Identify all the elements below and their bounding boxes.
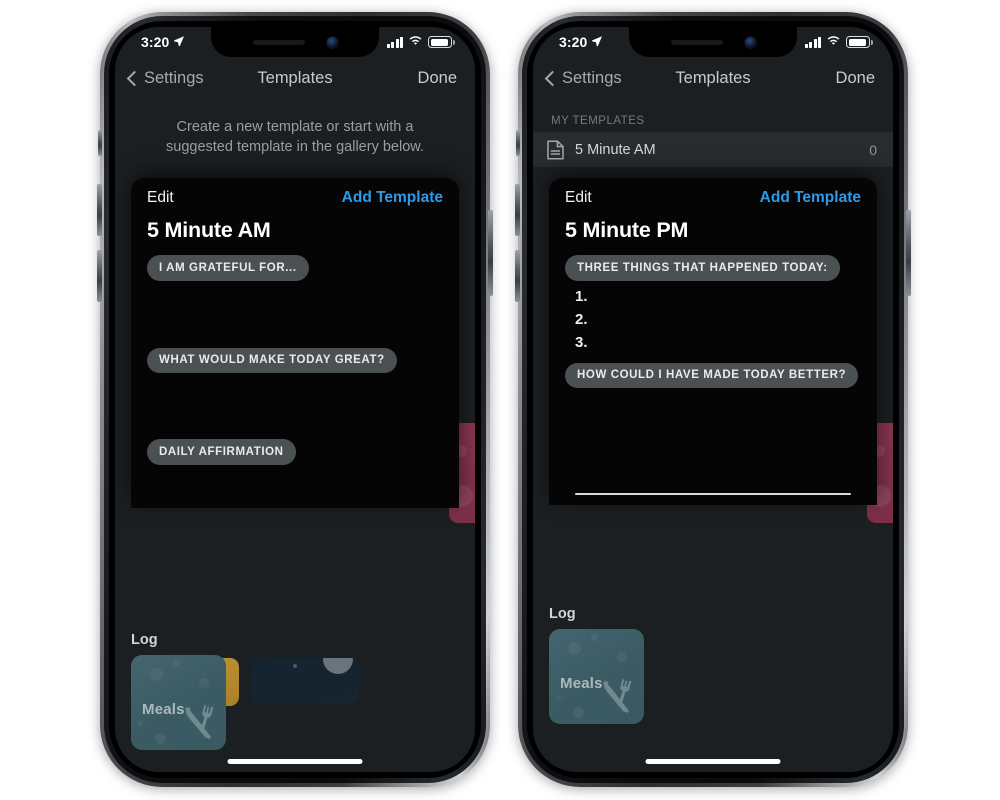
content-area: MY TEMPLATES 5 Minute AM 0 Log Meals Edi… — [533, 99, 893, 772]
notch — [629, 27, 797, 57]
content-area: Create a new template or start with a su… — [115, 99, 475, 772]
home-indicator[interactable] — [227, 759, 363, 764]
mute-switch-button[interactable] — [516, 130, 520, 156]
status-time-group: 3:20 — [559, 34, 603, 50]
prompt-chip[interactable]: I AM GRATEFUL FOR... — [147, 255, 309, 281]
wifi-icon — [826, 33, 841, 51]
location-arrow-icon — [591, 34, 603, 50]
earpiece-speaker-icon — [252, 39, 305, 45]
earpiece-speaker-icon — [670, 39, 723, 45]
edit-button[interactable]: Edit — [147, 189, 174, 207]
volume-down-button[interactable] — [97, 250, 102, 302]
status-indicators — [386, 33, 455, 51]
numbered-list: 1. 2. 3. — [549, 281, 877, 354]
phone-right: 3:20 Settings Templates Done MY TEMPLATE… — [515, 12, 911, 787]
decor-bubble — [138, 721, 143, 726]
power-button[interactable] — [906, 210, 911, 296]
prompt-chip[interactable]: WHAT WOULD MAKE TODAY GREAT? — [147, 347, 397, 373]
battery-icon — [428, 36, 455, 48]
list-item[interactable]: 3. — [575, 331, 861, 354]
volume-up-button[interactable] — [97, 184, 102, 236]
back-to-settings-button[interactable]: Settings — [544, 68, 622, 88]
decor-bubble — [591, 634, 598, 641]
log-card-meals[interactable]: Meals — [549, 629, 644, 724]
decor-bubble — [199, 678, 209, 688]
chip-group: I AM GRATEFUL FOR... WHAT WOULD MAKE TOD… — [131, 255, 459, 465]
prompt-chip[interactable]: THREE THINGS THAT HAPPENED TODAY: — [565, 255, 840, 281]
status-time-group: 3:20 — [141, 34, 185, 50]
status-time: 3:20 — [141, 34, 170, 50]
battery-icon — [846, 36, 873, 48]
log-card-meals[interactable]: Meals — [131, 655, 226, 750]
template-title[interactable]: 5 Minute AM — [131, 218, 459, 243]
back-to-settings-button[interactable]: Settings — [126, 68, 204, 88]
my-templates-header: MY TEMPLATES — [551, 115, 645, 127]
utensils-icon — [603, 679, 632, 713]
mute-switch-button[interactable] — [98, 130, 102, 156]
wifi-icon — [408, 33, 423, 51]
modal-toolbar: Edit Add Template — [131, 178, 459, 218]
decor-bubble — [617, 652, 627, 662]
done-button[interactable]: Done — [836, 69, 875, 88]
prompt-chip[interactable]: HOW COULD I HAVE MADE TODAY BETTER? — [565, 362, 859, 388]
log-section: Log Meals — [115, 632, 475, 750]
decor-bubble — [568, 642, 581, 655]
phone-left: 3:20 Settings Templates Done Create a ne… — [97, 12, 493, 787]
edit-button[interactable]: Edit — [565, 189, 592, 207]
add-template-button[interactable]: Add Template — [342, 189, 443, 207]
phone-left-screen: 3:20 Settings Templates Done Create a ne… — [115, 27, 475, 772]
power-button[interactable] — [488, 210, 493, 296]
home-indicator[interactable] — [645, 759, 781, 764]
log-section-title: Log — [549, 606, 576, 622]
cellular-bars-icon — [386, 36, 403, 48]
modal-toolbar: Edit Add Template — [549, 178, 877, 218]
screenshot-stage: 3:20 Settings Templates Done Create a ne… — [0, 0, 1000, 800]
chevron-left-icon — [544, 70, 561, 86]
front-camera-icon — [326, 36, 338, 48]
template-editor-modal: Edit Add Template 5 Minute PM THREE THIN… — [549, 178, 877, 505]
add-template-button[interactable]: Add Template — [760, 189, 861, 207]
volume-up-button[interactable] — [515, 184, 520, 236]
navigation-bar: Settings Templates Done — [115, 57, 475, 99]
status-time: 3:20 — [559, 34, 588, 50]
status-indicators — [804, 33, 873, 51]
template-row-count: 0 — [869, 141, 877, 158]
cellular-bars-icon — [804, 36, 821, 48]
template-row-name: 5 Minute AM — [575, 141, 656, 158]
document-icon — [547, 139, 564, 160]
template-editor-modal: Edit Add Template 5 Minute AM I AM GRATE… — [131, 178, 459, 508]
location-arrow-icon — [173, 34, 185, 50]
chevron-left-icon — [126, 70, 143, 86]
chip-group: THREE THINGS THAT HAPPENED TODAY: 1. 2. … — [549, 255, 877, 388]
decor-bubble — [173, 660, 180, 667]
template-list-row[interactable]: 5 Minute AM 0 — [533, 132, 893, 167]
decor-bubble — [573, 707, 584, 718]
template-title[interactable]: 5 Minute PM — [549, 218, 877, 243]
log-section: Log Meals — [533, 606, 893, 724]
empty-state-message: Create a new template or start with a su… — [166, 119, 424, 155]
navigation-bar: Settings Templates Done — [533, 57, 893, 99]
decor-bubble — [556, 695, 561, 700]
decor-bubble — [155, 733, 166, 744]
volume-down-button[interactable] — [515, 250, 520, 302]
list-item[interactable]: 1. — [575, 285, 861, 308]
notch — [211, 27, 379, 57]
log-section-title: Log — [131, 632, 158, 648]
utensils-icon — [185, 705, 214, 739]
text-entry-underline[interactable] — [575, 493, 851, 495]
list-item[interactable]: 2. — [575, 308, 861, 331]
decor-bubble — [150, 668, 163, 681]
phone-right-screen: 3:20 Settings Templates Done MY TEMPLATE… — [533, 27, 893, 772]
prompt-chip[interactable]: DAILY AFFIRMATION — [147, 439, 296, 465]
done-button[interactable]: Done — [418, 69, 457, 88]
front-camera-icon — [744, 36, 756, 48]
back-label: Settings — [562, 68, 622, 87]
back-label: Settings — [144, 68, 204, 87]
